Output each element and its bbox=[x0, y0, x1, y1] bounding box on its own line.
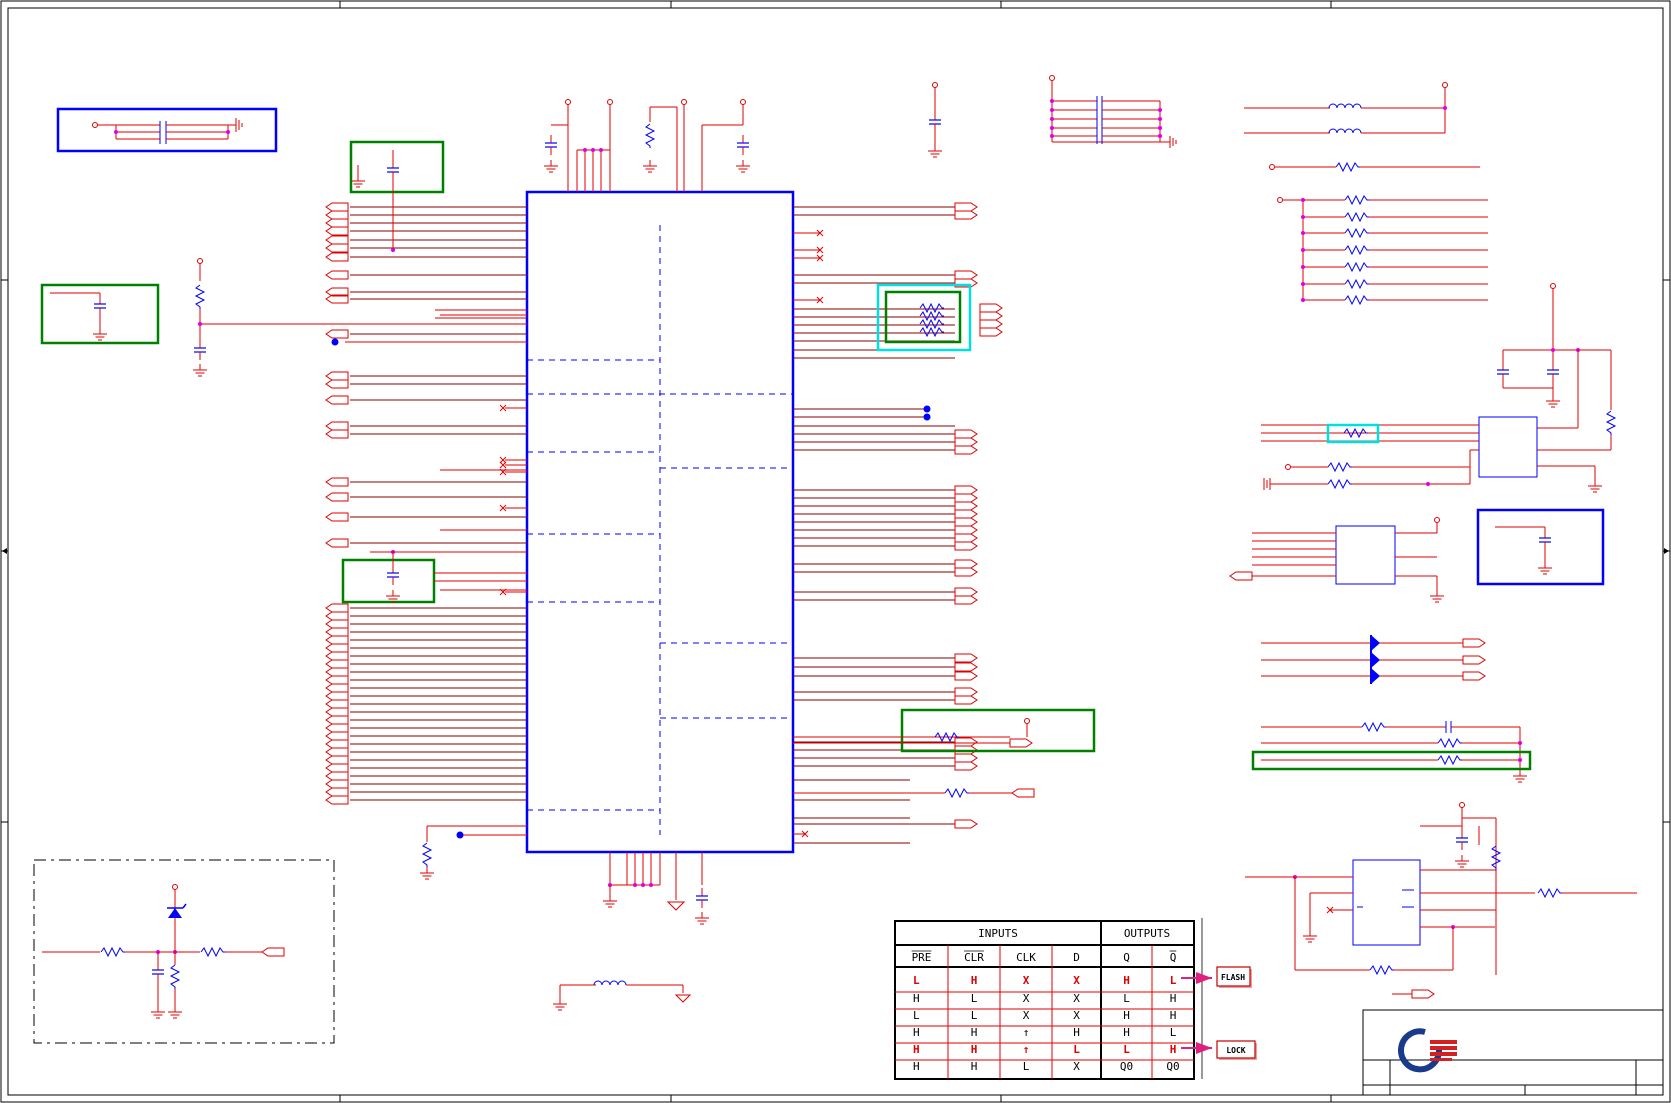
table-cell: Q0 bbox=[1120, 1060, 1133, 1073]
table-cell: H bbox=[1170, 1009, 1177, 1022]
table-group-header-inputs: INPUTS bbox=[978, 927, 1018, 940]
table-cell: H bbox=[971, 1026, 978, 1039]
resistor-bank-rows bbox=[1301, 195, 1488, 305]
table-cell: X bbox=[1073, 992, 1080, 1005]
schematic-canvas: INPUTS OUTPUTS PRE CLR CLK D Q Q L H X X H LH L X X L H… bbox=[0, 0, 1671, 1103]
table-cell: H bbox=[913, 992, 920, 1005]
table-cell: X bbox=[1023, 974, 1030, 987]
table-header-cell: Q bbox=[1170, 951, 1177, 964]
right-test-points bbox=[923, 405, 931, 421]
small-logic-ic bbox=[1229, 508, 1605, 603]
table-cell: X bbox=[1073, 974, 1080, 987]
table-cell: L bbox=[1023, 1060, 1030, 1073]
zener-diode-icon bbox=[167, 903, 187, 918]
table-cell: Q0 bbox=[1166, 1060, 1179, 1073]
table-cell: L bbox=[1123, 1043, 1130, 1056]
diode-icon bbox=[1370, 635, 1380, 684]
table-header-cell: Q bbox=[1123, 951, 1130, 964]
callout-flash: FLASH bbox=[1181, 966, 1252, 988]
ic-left-pins bbox=[325, 202, 527, 805]
callout-lock-label: LOCK bbox=[1226, 1046, 1245, 1055]
table-cell: H bbox=[971, 974, 978, 987]
table-header-cell: D bbox=[1073, 951, 1080, 964]
table-cell: X bbox=[1023, 992, 1030, 1005]
table-cell: H bbox=[1123, 974, 1130, 987]
table-header-cell: CLK bbox=[1016, 951, 1036, 964]
table-cell: H bbox=[913, 1043, 920, 1056]
flip-flop-ic bbox=[1245, 802, 1637, 999]
table-cell: L bbox=[1170, 974, 1177, 987]
pullup-resistor-bank bbox=[1269, 162, 1480, 300]
callout-flash-label: FLASH bbox=[1221, 973, 1245, 982]
left-rc-network bbox=[192, 258, 527, 377]
table-cell: H bbox=[1170, 992, 1177, 1005]
table-cell: X bbox=[1073, 1009, 1080, 1022]
table-cell: L bbox=[1123, 992, 1130, 1005]
table-cell: L bbox=[913, 974, 920, 987]
table-cell: L bbox=[1170, 1026, 1177, 1039]
table-cell: H bbox=[913, 1026, 920, 1039]
ic-bottom-ground-section bbox=[419, 825, 710, 925]
company-logo-icon bbox=[1398, 1028, 1457, 1073]
capacitor-bank bbox=[1049, 75, 1177, 148]
table-cell: L bbox=[971, 1009, 978, 1022]
table-cell: H bbox=[1123, 1009, 1130, 1022]
green-highlight-cap-1 bbox=[349, 140, 445, 252]
table-cell: L bbox=[1073, 1043, 1080, 1056]
rc-filter-network bbox=[1251, 721, 1532, 783]
top-right-inductors bbox=[1244, 82, 1448, 134]
bottom-inductor-circuit bbox=[552, 980, 692, 1011]
table-cell: X bbox=[1023, 1009, 1030, 1022]
esd-diode-array bbox=[1261, 635, 1486, 684]
title-block bbox=[1362, 1009, 1664, 1096]
table-cell: L bbox=[913, 1009, 920, 1022]
green-highlight-cap-2 bbox=[40, 283, 160, 345]
truth-table: INPUTS OUTPUTS PRE CLR CLK D Q Q L H X X H LH L X X L H… bbox=[894, 918, 1203, 1080]
ic-top-power-section bbox=[543, 99, 751, 192]
table-cell: L bbox=[971, 992, 978, 1005]
table-cell: H bbox=[971, 1043, 978, 1056]
zener-protection-circuit bbox=[33, 859, 335, 1044]
table-cell: X bbox=[1073, 1060, 1080, 1073]
top-left-decoupling-box bbox=[56, 107, 278, 153]
table-header-cell: CLR bbox=[964, 951, 984, 964]
table-cell: H bbox=[1073, 1026, 1080, 1039]
green-highlight-cap-3 bbox=[341, 550, 527, 604]
table-header-cell: PRE bbox=[912, 951, 932, 964]
table-cell: H bbox=[913, 1060, 920, 1073]
table-cell: H bbox=[1170, 1043, 1177, 1056]
main-ic bbox=[525, 190, 795, 854]
green-highlight-resistor bbox=[793, 708, 1096, 798]
voltage-regulator-circuit bbox=[1261, 283, 1616, 493]
callout-lock: LOCK bbox=[1181, 1040, 1257, 1060]
table-group-header-outputs: OUTPUTS bbox=[1124, 927, 1170, 940]
table-cell: H bbox=[971, 1060, 978, 1073]
table-cell: ↑ bbox=[1023, 1043, 1030, 1056]
table-cell: ↑ bbox=[1023, 1026, 1030, 1039]
top-center-cap bbox=[927, 82, 943, 158]
table-cell: H bbox=[1123, 1026, 1130, 1039]
